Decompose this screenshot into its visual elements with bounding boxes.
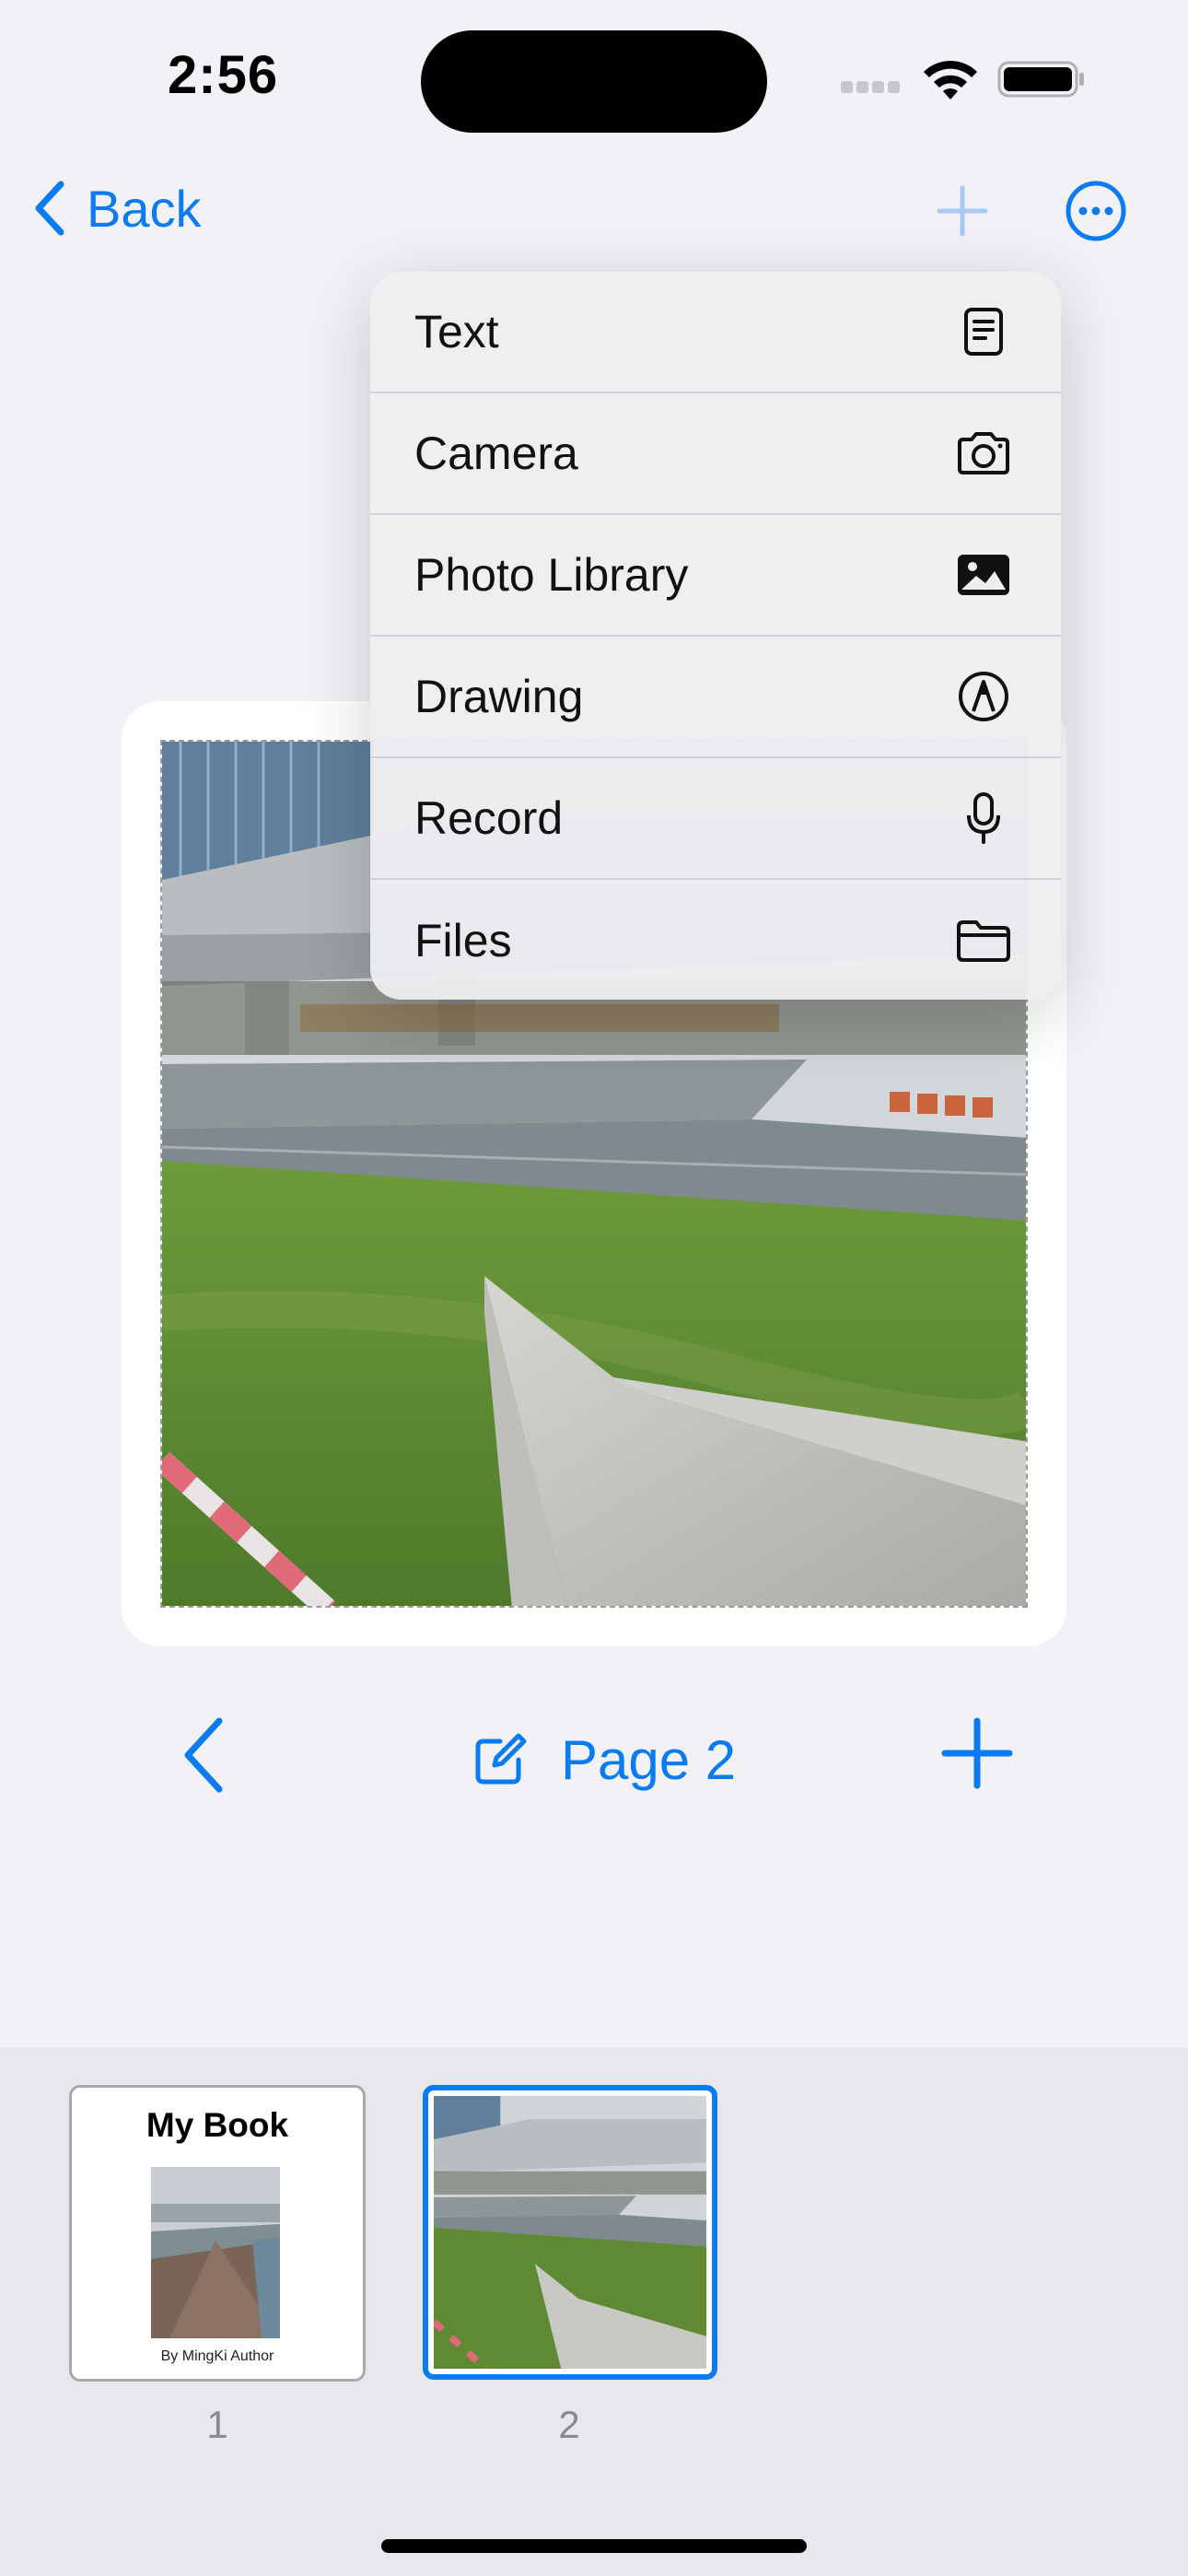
menu-item-label: Photo Library <box>414 549 689 601</box>
thumbnail-number: 1 <box>206 2403 228 2446</box>
menu-item-label: Record <box>414 792 564 844</box>
menu-item-label: Camera <box>414 427 578 479</box>
thumbnail-title: My Book <box>146 2106 289 2144</box>
wifi-icon <box>921 57 980 101</box>
edit-page-title-button[interactable]: Page 2 <box>472 1723 736 1797</box>
menu-item-label: Files <box>414 915 512 966</box>
battery-icon <box>997 61 1086 98</box>
menu-item-drawing[interactable]: Drawing <box>370 637 1061 758</box>
menu-item-label: Drawing <box>414 671 584 722</box>
thumbnail-photo <box>434 2096 706 2369</box>
menu-item-text[interactable]: Text <box>370 272 1061 393</box>
menu-item-files[interactable]: Files <box>370 880 1061 1000</box>
plus-icon <box>941 1717 1013 1789</box>
chevron-left-icon <box>35 181 64 236</box>
page-thumbnail-1[interactable]: My Book By MingKi Author <box>69 2085 366 2382</box>
thumbnail-number: 2 <box>558 2403 580 2446</box>
dynamic-island <box>421 30 767 133</box>
add-page-button[interactable] <box>941 1717 1013 1789</box>
folder-icon <box>954 911 1013 970</box>
page-thumbnail-2[interactable] <box>423 2085 717 2380</box>
back-label: Back <box>87 179 202 238</box>
back-button[interactable]: Back <box>33 175 202 241</box>
menu-item-record[interactable]: Record <box>370 758 1061 880</box>
microphone-icon <box>954 789 1013 848</box>
text-document-icon <box>954 302 1013 361</box>
status-time: 2:56 <box>168 45 279 105</box>
ellipsis-circle-icon <box>1066 181 1126 241</box>
thumbnail-author: By MingKi Author <box>160 2348 274 2364</box>
chevron-left-icon <box>184 1717 223 1793</box>
menu-item-label: Text <box>414 306 499 357</box>
cover-photo <box>151 2167 280 2338</box>
add-content-menu: Text Camera Photo Library Drawing Record… <box>370 272 1061 1000</box>
add-content-button[interactable] <box>932 181 993 241</box>
plus-icon <box>937 185 988 237</box>
square-pencil-icon <box>475 1733 527 1785</box>
photo-icon <box>954 545 1013 604</box>
camera-icon <box>954 424 1013 483</box>
more-options-button[interactable] <box>1065 180 1127 242</box>
page-title: Page 2 <box>561 1728 737 1791</box>
cellular-signal-icon <box>841 81 907 98</box>
menu-item-photo-library[interactable]: Photo Library <box>370 515 1061 637</box>
menu-item-camera[interactable]: Camera <box>370 393 1061 515</box>
previous-page-button[interactable] <box>177 1715 236 1795</box>
pen-tip-icon <box>954 667 1013 726</box>
home-indicator[interactable] <box>381 2539 807 2553</box>
